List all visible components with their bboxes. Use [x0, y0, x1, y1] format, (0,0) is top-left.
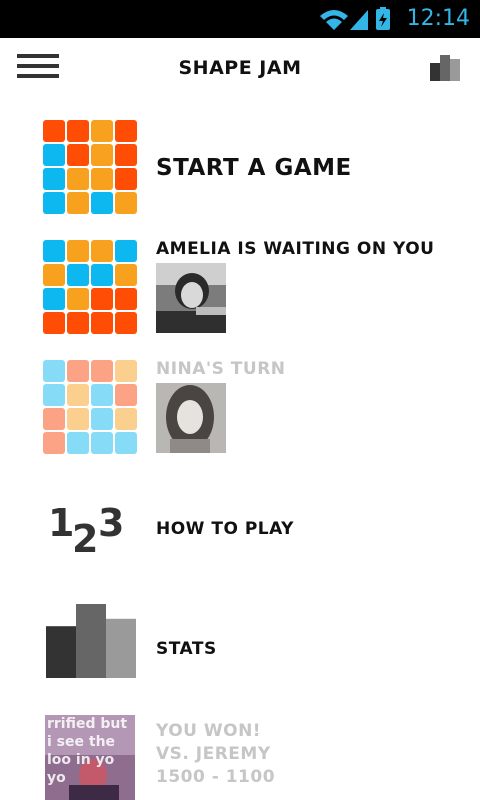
wifi-icon: [320, 10, 348, 30]
result-line-score: 1500 - 1100: [156, 767, 276, 787]
grid-tile: [115, 312, 137, 334]
start-game-label: START A GAME: [156, 155, 352, 181]
grid-tile: [91, 120, 113, 142]
app-title: SHAPE JAM: [178, 57, 302, 79]
grid-tile: [91, 192, 113, 214]
how-to-play-item[interactable]: 1 2 3 HOW TO PLAY: [0, 490, 480, 570]
grid-tile: [91, 288, 113, 310]
grid-tile: [67, 264, 89, 286]
grid-tile: [43, 384, 65, 406]
grid-tile: [67, 432, 89, 454]
grid-tile: [115, 288, 137, 310]
stats-label: STATS: [156, 639, 217, 659]
grid-tile: [67, 144, 89, 166]
result-text: YOU WON! VS. JEREMY 1500 - 1100: [156, 720, 275, 789]
grid-tile: [91, 264, 113, 286]
grid-tile: [67, 312, 89, 334]
grid-tile: [91, 168, 113, 190]
grid-tile: [115, 192, 137, 214]
grid-tile: [67, 360, 89, 382]
grid-tile: [115, 408, 137, 430]
grid-tile: [115, 144, 137, 166]
grid-tile: [43, 240, 65, 262]
how-to-play-label: HOW TO PLAY: [156, 519, 294, 539]
photo-caption: rrified but i see the loo in yo yo: [47, 716, 128, 786]
battery-charging-icon: [376, 7, 390, 30]
grid-tile: [67, 288, 89, 310]
bar-chart-icon[interactable]: [428, 53, 464, 81]
stats-item[interactable]: STATS: [0, 600, 480, 684]
numbers-123-icon: 1 2 3: [48, 501, 124, 554]
grid-tile: [115, 168, 137, 190]
digit-3: 3: [98, 501, 124, 545]
start-game-item[interactable]: START A GAME: [0, 118, 480, 218]
result-line-opponent: VS. JEREMY: [156, 744, 271, 764]
grid-tile: [91, 384, 113, 406]
grid-tile: [43, 432, 65, 454]
grid-tile: [115, 384, 137, 406]
stats-bar: [76, 604, 106, 678]
result-item[interactable]: rrified but i see the loo in yo yo YOU W…: [0, 712, 480, 800]
grid-tile: [115, 264, 137, 286]
status-time: 12:14: [406, 6, 470, 31]
grid-tile: [43, 168, 65, 190]
start-game-tile-grid: [43, 120, 139, 216]
nina-game-tile-grid: [43, 360, 139, 456]
result-line-won: YOU WON!: [156, 721, 262, 741]
grid-tile: [115, 120, 137, 142]
grid-tile: [67, 192, 89, 214]
grid-tile: [43, 288, 65, 310]
signal-icon: [350, 10, 368, 30]
status-icons: [320, 7, 390, 30]
nina-game-item[interactable]: NINA'S TURN: [0, 358, 480, 458]
grid-tile: [91, 360, 113, 382]
grid-tile: [115, 432, 137, 454]
grid-tile: [43, 264, 65, 286]
digit-1: 1: [48, 501, 74, 545]
grid-tile: [43, 120, 65, 142]
grid-tile: [115, 240, 137, 262]
grid-tile: [67, 240, 89, 262]
stats-bar: [106, 618, 136, 678]
jeremy-photo: rrified but i see the loo in yo yo: [45, 715, 135, 800]
grid-tile: [43, 408, 65, 430]
stats-bar-chart-icon: [46, 604, 136, 678]
grid-tile: [43, 192, 65, 214]
nina-avatar: [156, 383, 226, 453]
grid-tile: [67, 168, 89, 190]
amelia-game-item[interactable]: AMELIA IS WAITING ON YOU: [0, 238, 480, 338]
grid-tile: [115, 360, 137, 382]
grid-tile: [91, 312, 113, 334]
nina-game-label: NINA'S TURN: [156, 359, 286, 379]
grid-tile: [67, 120, 89, 142]
digit-2: 2: [72, 517, 98, 554]
grid-tile: [91, 408, 113, 430]
grid-tile: [67, 408, 89, 430]
grid-tile: [91, 432, 113, 454]
app-bar: SHAPE JAM: [0, 38, 480, 100]
amelia-avatar: [156, 263, 226, 333]
stats-bar: [46, 626, 76, 678]
grid-tile: [43, 360, 65, 382]
amelia-game-tile-grid: [43, 240, 139, 336]
grid-tile: [43, 312, 65, 334]
grid-tile: [91, 144, 113, 166]
amelia-game-label: AMELIA IS WAITING ON YOU: [156, 239, 435, 259]
grid-tile: [43, 144, 65, 166]
grid-tile: [67, 384, 89, 406]
grid-tile: [91, 240, 113, 262]
status-bar: 12:14: [0, 0, 480, 38]
